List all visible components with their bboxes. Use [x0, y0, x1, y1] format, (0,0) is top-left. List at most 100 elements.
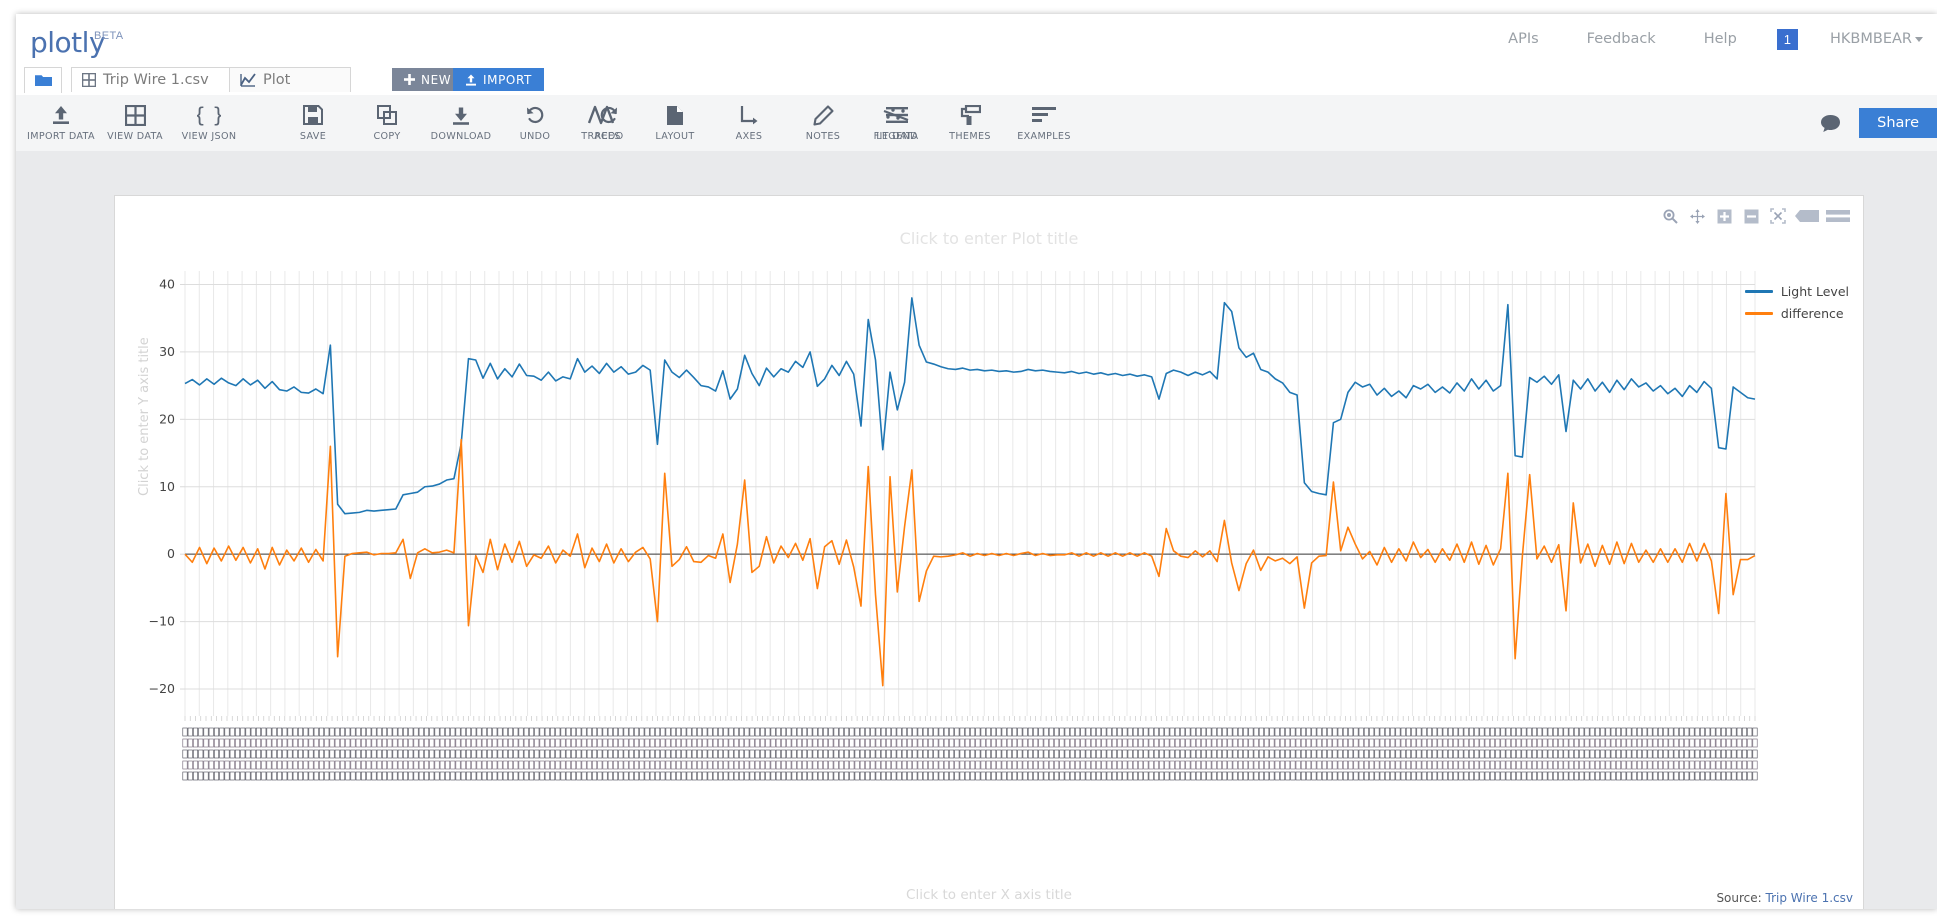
- hover-closest-icon[interactable]: [1825, 206, 1851, 226]
- y-tick-label: 0: [167, 546, 175, 561]
- tab-label-data: Trip Wire 1.csv: [103, 72, 209, 88]
- toolbar-label: LAYOUT: [655, 131, 695, 142]
- y-axis-title-placeholder[interactable]: Click to enter Y axis title: [137, 337, 152, 496]
- themes-button[interactable]: THEMES: [933, 95, 1007, 151]
- view-data-button[interactable]: VIEW DATA: [98, 95, 172, 151]
- new-button-label: NEW: [421, 72, 452, 87]
- folder-icon: [34, 74, 52, 87]
- toolbar-label: VIEW JSON: [181, 131, 237, 142]
- y-tick-label: 40: [159, 276, 175, 291]
- editor-toolbar: IMPORT DATA VIEW DATA { } VIEW JSON: [16, 95, 1937, 152]
- legend-swatch-light-level: [1744, 290, 1773, 293]
- upload-icon: [50, 104, 72, 126]
- copy-button[interactable]: COPY: [350, 95, 424, 151]
- comment-bubble-icon[interactable]: [1820, 114, 1841, 133]
- legend-label: Light Level: [1780, 284, 1849, 299]
- toolbar-label: UNDO: [519, 131, 551, 142]
- view-json-button[interactable]: { } VIEW JSON: [172, 95, 246, 151]
- top-navigation-links: APIs Feedback Help 1 HKBMBEAR: [1484, 27, 1929, 51]
- upload-icon: [465, 74, 477, 86]
- toolbar-label: FIT DATA: [873, 131, 919, 142]
- tab-bar: Trip Wire 1.csv Plot NEW IMPORT: [16, 64, 1937, 96]
- nav-help[interactable]: Help: [1680, 27, 1761, 51]
- zoom-icon[interactable]: [1659, 206, 1681, 226]
- autoscale-icon[interactable]: [1767, 206, 1789, 226]
- axes-button[interactable]: AXES: [712, 95, 786, 151]
- plotly-modebar: [1659, 206, 1851, 226]
- share-button[interactable]: Share: [1859, 108, 1937, 138]
- toolbar-label: EXAMPLES: [1017, 131, 1071, 142]
- chart-legend: Light Level difference: [1744, 284, 1849, 321]
- import-button[interactable]: IMPORT: [453, 68, 544, 91]
- x-axis-title-placeholder[interactable]: Click to enter X axis title: [115, 887, 1863, 903]
- zigzag-icon: [588, 104, 614, 126]
- nav-apis[interactable]: APIs: [1484, 27, 1563, 51]
- user-menu[interactable]: HKBMBEAR: [1814, 27, 1929, 51]
- notes-button[interactable]: NOTES: [786, 95, 860, 151]
- plot-canvas-area: Click to enter Plot title Click to enter…: [16, 151, 1937, 909]
- toolbar-label: IMPORT DATA: [27, 131, 95, 142]
- y-tick-label: 10: [159, 479, 175, 494]
- nav-feedback[interactable]: Feedback: [1563, 27, 1680, 51]
- floppy-disk-icon: [303, 104, 323, 126]
- examples-button[interactable]: EXAMPLES: [1007, 95, 1081, 151]
- chevron-down-icon: [1915, 36, 1923, 42]
- page-icon: [666, 104, 684, 126]
- download-button[interactable]: DOWNLOAD: [424, 95, 498, 151]
- top-navigation-bar: plotly BETA APIs Feedback Help 1 HKBMBEA…: [16, 14, 1937, 64]
- plot-card: Click to enter Plot title Click to enter…: [114, 195, 1864, 909]
- toolbar-label: VIEW DATA: [107, 131, 163, 142]
- x-tick-labels: [182, 716, 1758, 781]
- braces-icon: { }: [197, 104, 221, 126]
- y-tick-label: 20: [159, 411, 175, 426]
- pan-icon[interactable]: [1686, 206, 1708, 226]
- y-tick-label: 30: [159, 344, 175, 359]
- layout-button[interactable]: LAYOUT: [638, 95, 712, 151]
- notification-badge[interactable]: 1: [1776, 28, 1799, 50]
- fit-data-button[interactable]: FIT DATA: [859, 95, 933, 151]
- zoom-out-icon[interactable]: [1740, 206, 1762, 226]
- import-data-button[interactable]: IMPORT DATA: [24, 95, 98, 151]
- legend-item-light-level[interactable]: Light Level: [1744, 284, 1849, 299]
- toolbar-right-actions: Share: [1820, 95, 1937, 151]
- undo-button[interactable]: UNDO: [498, 95, 572, 151]
- import-button-label: IMPORT: [483, 72, 532, 87]
- y-tick-label: −10: [149, 614, 175, 629]
- tab-label-plot: Plot: [263, 72, 291, 88]
- beta-tag: BETA: [94, 30, 124, 42]
- toolbar-label: DOWNLOAD: [430, 131, 492, 142]
- source-prefix-label: Source:: [1716, 891, 1762, 905]
- hover-compare-icon[interactable]: [1794, 206, 1820, 226]
- user-name-label: HKBMBEAR: [1830, 31, 1912, 47]
- plot-title-placeholder[interactable]: Click to enter Plot title: [115, 229, 1863, 248]
- download-icon: [450, 104, 472, 126]
- source-file-link[interactable]: Trip Wire 1.csv: [1766, 891, 1853, 905]
- toolbar-label: TRACES: [581, 131, 621, 142]
- fit-data-icon: [883, 104, 909, 126]
- grid-icon: [124, 104, 146, 126]
- toolbar-label: COPY: [373, 131, 401, 142]
- zoom-in-icon[interactable]: [1713, 206, 1735, 226]
- legend-swatch-difference: [1744, 312, 1773, 315]
- screen: plotly BETA APIs Feedback Help 1 HKBMBEA…: [0, 0, 1937, 922]
- line-chart-icon: [240, 73, 256, 87]
- axes-icon: [738, 104, 760, 126]
- legend-item-difference[interactable]: difference: [1744, 306, 1849, 321]
- browser-window: plotly BETA APIs Feedback Help 1 HKBMBEA…: [16, 14, 1937, 909]
- grid-icon: [82, 73, 96, 87]
- copy-icon: [377, 104, 397, 126]
- toolbar-label: AXES: [735, 131, 763, 142]
- svg-text:{ }: { }: [197, 104, 221, 126]
- save-button[interactable]: SAVE: [276, 95, 350, 151]
- chart-plot-svg[interactable]: 40 30 20 10 0 −10 −20: [115, 196, 1863, 909]
- paint-roller-icon: [960, 104, 981, 126]
- source-caption: Source: Trip Wire 1.csv: [1716, 891, 1853, 905]
- toolbar-label: NOTES: [805, 131, 841, 142]
- bar-list-icon: [1032, 104, 1056, 126]
- tab-plot[interactable]: Plot: [229, 67, 351, 92]
- toolbar-label: THEMES: [949, 131, 991, 142]
- folder-tab-button[interactable]: [24, 67, 62, 93]
- traces-button[interactable]: TRACES: [564, 95, 638, 151]
- toolbar-group-tools: FIT DATA THEMES EXAMPLES: [859, 95, 1081, 151]
- plus-icon: [404, 74, 415, 85]
